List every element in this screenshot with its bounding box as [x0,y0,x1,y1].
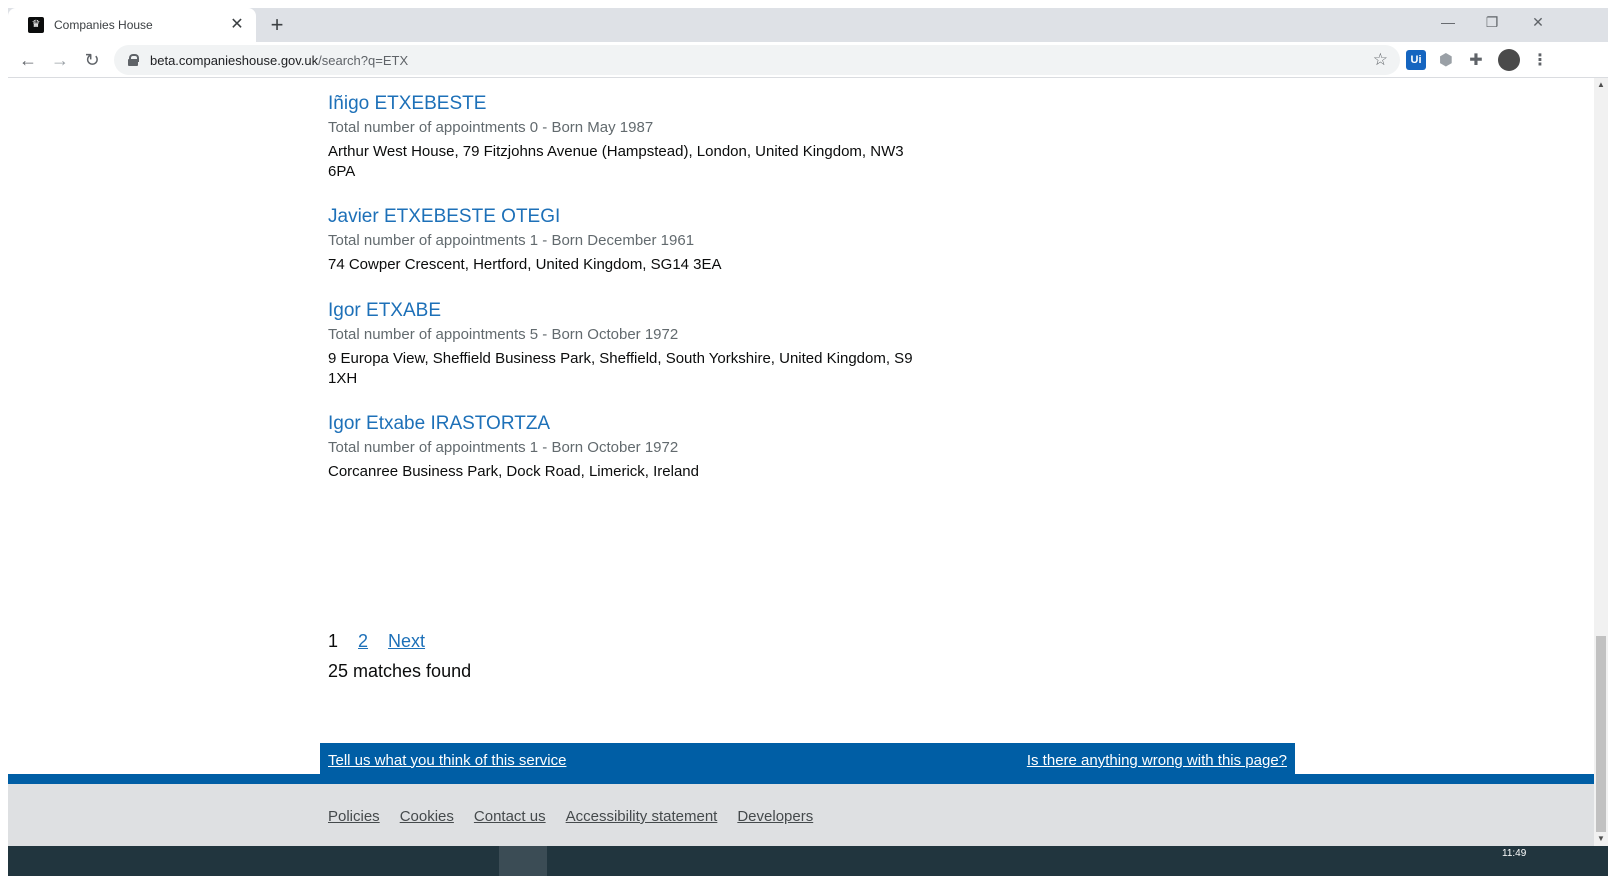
crest-icon: ♛ [28,17,44,33]
lock-icon[interactable] [128,54,139,66]
browser-toolbar: ← → ↻ beta.companieshouse.gov.uk/search?… [8,42,1608,78]
report-problem-link[interactable]: Is there anything wrong with this page? [1027,752,1287,769]
scroll-up-icon[interactable]: ▲ [1594,78,1608,92]
minimize-icon[interactable]: — [1426,8,1470,36]
search-result: Igor Etxabe IRASTORTZA Total number of a… [328,412,928,482]
menu-kebab-icon[interactable]: ⋮ [1530,50,1550,70]
officer-name-link[interactable]: Iñigo ETXEBESTE [328,92,928,116]
footer-links: Policies Cookies Contact us Accessibilit… [328,808,813,825]
current-page: 1 [328,631,339,651]
search-result: Iñigo ETXEBESTE Total number of appointm… [328,92,928,182]
taskbar-active-app[interactable] [499,846,547,876]
extensions-puzzle-icon[interactable]: ✚ [1466,50,1486,70]
matches-count: 25 matches found [328,661,472,681]
forward-icon[interactable]: → [46,46,74,74]
developers-link[interactable]: Developers [737,808,813,825]
feedback-link[interactable]: Tell us what you think of this service [328,752,566,769]
scrollbar-thumb[interactable] [1596,636,1606,832]
appointments-info: Total number of appointments 5 - Born Oc… [328,326,679,343]
policies-link[interactable]: Policies [328,808,380,825]
appointments-info: Total number of appointments 1 - Born De… [328,232,695,249]
contact-us-link[interactable]: Contact us [474,808,546,825]
close-window-icon[interactable]: ✕ [1516,8,1560,36]
officer-name-link[interactable]: Javier ETXEBESTE OTEGI [328,205,928,229]
restore-icon[interactable]: ❐ [1470,8,1514,36]
page-content: Iñigo ETXEBESTE Total number of appointm… [8,78,1594,846]
scroll-down-icon[interactable]: ▼ [1594,832,1608,846]
officer-name-link[interactable]: Igor ETXABE [328,299,928,323]
tab-title: Companies House [54,18,153,32]
feedback-banner: Tell us what you think of this service I… [320,743,1295,777]
appointments-info: Total number of appointments 1 - Born Oc… [328,439,679,456]
officer-address: 74 Cowper Crescent, Hertford, United Kin… [328,256,722,273]
page-scrollbar[interactable]: ▲ ▼ [1594,78,1608,846]
extension-cube-icon[interactable]: ⬢ [1436,50,1456,70]
browser-window: ♛ Companies House ✕ + — ❐ ✕ ← → ↻ beta.c… [0,0,1616,876]
close-tab-icon[interactable]: ✕ [228,16,246,34]
footer: Policies Cookies Contact us Accessibilit… [8,784,1594,846]
taskbar-clock: 11:49 [1502,848,1527,859]
officer-address: Corcanree Business Park, Dock Road, Lime… [328,463,699,480]
tab-strip: ♛ Companies House ✕ + — ❐ ✕ [8,8,1608,42]
pagination: 1 2 Next [328,631,425,652]
reload-icon[interactable]: ↻ [78,46,106,74]
new-tab-icon[interactable]: + [264,12,290,38]
uipath-extension-icon[interactable]: Ui [1406,50,1426,70]
appointments-info: Total number of appointments 0 - Born Ma… [328,119,654,136]
os-taskbar: 11:49 [8,846,1608,876]
accessibility-statement-link[interactable]: Accessibility statement [566,808,718,825]
officer-address: Arthur West House, 79 Fitzjohns Avenue (… [328,143,904,180]
tab-companies-house[interactable]: ♛ Companies House ✕ [8,8,256,42]
search-result: Javier ETXEBESTE OTEGI Total number of a… [328,205,928,275]
profile-avatar[interactable] [1498,49,1520,71]
url-text[interactable]: beta.companieshouse.gov.uk/search?q=ETX [150,53,1373,68]
back-icon[interactable]: ← [14,46,42,74]
address-bar[interactable]: beta.companieshouse.gov.uk/search?q=ETX … [114,45,1400,75]
next-page-link[interactable]: Next [388,631,425,652]
officer-name-link[interactable]: Igor Etxabe IRASTORTZA [328,412,928,436]
search-result: Igor ETXABE Total number of appointments… [328,299,928,389]
page-2-link[interactable]: 2 [358,631,368,652]
bookmark-star-icon[interactable]: ☆ [1373,50,1388,70]
officer-address: 9 Europa View, Sheffield Business Park, … [328,350,913,387]
cookies-link[interactable]: Cookies [400,808,454,825]
